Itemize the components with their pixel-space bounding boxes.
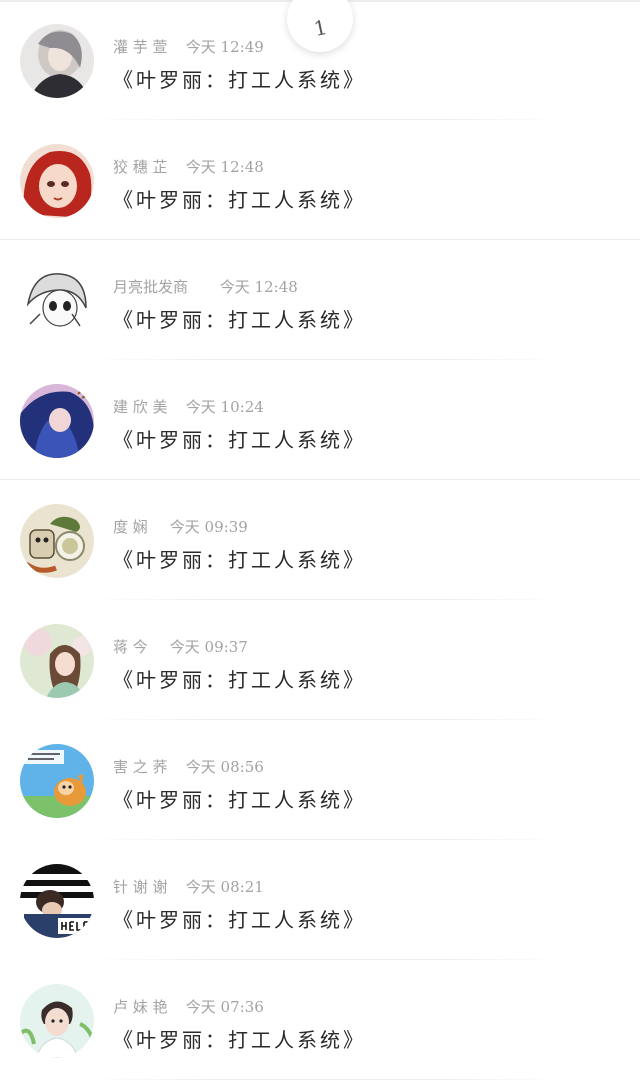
comment-time: 今天 09:39 <box>169 518 248 536</box>
comment-text: 《叶罗丽：打工人系统》 <box>113 668 366 692</box>
comment-meta: 针 谢 谢 今天 08:21 <box>113 876 264 897</box>
floating-page-label: 1 <box>311 14 329 42</box>
comment-meta: 灌 芋 萱 今天 12:49 <box>113 36 264 57</box>
avatar[interactable] <box>20 144 94 218</box>
comment-meta: 度 娴 今天 09:39 <box>113 516 248 537</box>
comment-time: 今天 08:56 <box>185 758 264 776</box>
commenter-name[interactable]: 度 娴 <box>113 516 165 537</box>
comment-text: 《叶罗丽：打工人系统》 <box>113 548 366 572</box>
divider <box>92 1079 562 1080</box>
commenter-name[interactable]: 建 欣 美 <box>113 396 181 417</box>
comment-meta: 蒋 今 今天 09:37 <box>113 636 248 657</box>
avatar[interactable] <box>20 24 94 98</box>
commenter-name[interactable]: 卢 妹 艳 <box>113 996 181 1017</box>
comment-item[interactable]: 蒋 今 今天 09:37 《叶罗丽：打工人系统》 <box>0 600 640 720</box>
avatar[interactable] <box>20 624 94 698</box>
comment-item[interactable]: 针 谢 谢 今天 08:21 《叶罗丽：打工人系统》 <box>0 840 640 960</box>
comment-text: 《叶罗丽：打工人系统》 <box>113 428 366 452</box>
commenter-name[interactable]: 月亮批发商 <box>113 276 215 297</box>
comment-text: 《叶罗丽：打工人系统》 <box>113 188 366 212</box>
comment-item[interactable]: 害 之 荞 今天 08:56 《叶罗丽：打工人系统》 <box>0 720 640 840</box>
comment-meta: 卢 妹 艳 今天 07:36 <box>113 996 264 1017</box>
comment-time: 今天 08:21 <box>185 878 264 896</box>
comment-item[interactable]: 建 欣 美 今天 10:24 《叶罗丽：打工人系统》 <box>0 360 640 480</box>
comment-item[interactable]: 狡 穗 芷 今天 12:48 《叶罗丽：打工人系统》 <box>0 120 640 240</box>
comment-text: 《叶罗丽：打工人系统》 <box>113 308 366 332</box>
avatar[interactable] <box>20 744 94 818</box>
comment-time: 今天 07:36 <box>185 998 264 1016</box>
avatar[interactable] <box>20 864 94 938</box>
comment-time: 今天 10:24 <box>185 398 264 416</box>
comment-time: 今天 12:48 <box>219 278 298 296</box>
comment-text: 《叶罗丽：打工人系统》 <box>113 908 366 932</box>
commenter-name[interactable]: 害 之 荞 <box>113 756 181 777</box>
avatar[interactable] <box>20 984 94 1058</box>
avatar[interactable] <box>20 384 94 458</box>
commenter-name[interactable]: 狡 穗 芷 <box>113 156 181 177</box>
comment-time: 今天 09:37 <box>169 638 248 656</box>
comment-time: 今天 12:49 <box>185 38 264 56</box>
commenter-name[interactable]: 针 谢 谢 <box>113 876 181 897</box>
avatar[interactable] <box>20 504 94 578</box>
comment-text: 《叶罗丽：打工人系统》 <box>113 68 366 92</box>
comment-item[interactable]: 月亮批发商 今天 12:48 《叶罗丽：打工人系统》 <box>0 240 640 360</box>
commenter-name[interactable]: 蒋 今 <box>113 636 165 657</box>
avatar[interactable] <box>20 264 94 338</box>
comment-time: 今天 12:48 <box>185 158 264 176</box>
comment-meta: 害 之 荞 今天 08:56 <box>113 756 264 777</box>
comment-item[interactable]: 卢 妹 艳 今天 07:36 《叶罗丽：打工人系统》 <box>0 960 640 1080</box>
comment-text: 《叶罗丽：打工人系统》 <box>113 1028 366 1052</box>
comment-meta: 狡 穗 芷 今天 12:48 <box>113 156 264 177</box>
commenter-name[interactable]: 灌 芋 萱 <box>113 36 181 57</box>
comment-text: 《叶罗丽：打工人系统》 <box>113 788 366 812</box>
comment-item[interactable]: 度 娴 今天 09:39 《叶罗丽：打工人系统》 <box>0 480 640 600</box>
comment-meta: 月亮批发商 今天 12:48 <box>113 276 298 297</box>
comment-meta: 建 欣 美 今天 10:24 <box>113 396 264 417</box>
